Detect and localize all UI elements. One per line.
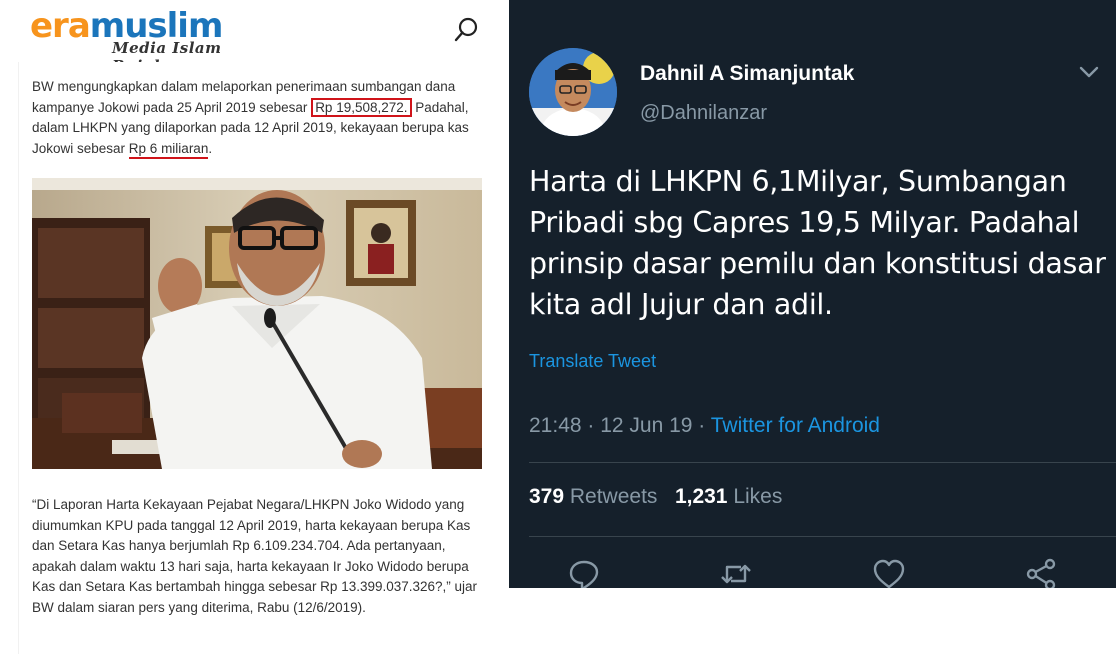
chevron-down-icon: [1079, 66, 1099, 78]
likes-stat[interactable]: 1,231 Likes: [675, 485, 782, 508]
translate-tweet-link[interactable]: Translate Tweet: [529, 351, 656, 372]
article-paragraph-1: BW mengungkapkan dalam melaporkan peneri…: [32, 77, 482, 159]
retweet-button[interactable]: [719, 558, 753, 588]
retweets-label: Retweets: [564, 485, 658, 508]
share-button[interactable]: [1024, 558, 1058, 588]
paragraph-text: .: [208, 140, 213, 156]
tweet-display-name[interactable]: Dahnil A Simanjuntak: [640, 62, 854, 86]
reply-button[interactable]: [567, 558, 601, 588]
tweet-timestamp: 21:48 · 12 Jun 19 · Twitter for Android: [529, 414, 880, 438]
likes-label: Likes: [727, 485, 783, 508]
search-button[interactable]: [452, 16, 480, 44]
site-header: eramuslim Media Islam Rujukan: [0, 0, 496, 75]
tweet-time: 21:48 · 12 Jun 19 ·: [529, 414, 711, 437]
tweet-handle[interactable]: @Dahnilanzar: [640, 102, 767, 125]
tweet-card: Dahnil A Simanjuntak @Dahnilanzar Harta …: [509, 0, 1116, 588]
share-icon: [1026, 558, 1056, 588]
retweets-stat[interactable]: 379 Retweets: [529, 485, 657, 508]
divider: [529, 536, 1116, 537]
retweet-icon: [721, 564, 751, 584]
more-options-button[interactable]: [1078, 64, 1100, 80]
like-icon: [873, 559, 905, 588]
search-icon: [454, 17, 478, 42]
avatar[interactable]: [529, 48, 617, 136]
divider: [529, 462, 1116, 463]
underlined-amount: Rp 6 miliaran: [128, 140, 209, 159]
article-photo: [32, 178, 482, 469]
likes-count: 1,231: [674, 485, 728, 508]
tweet-text: Harta di LHKPN 6,1Milyar, Sumbangan Prib…: [529, 165, 1106, 321]
site-logo[interactable]: eramuslim Media Islam Rujukan: [30, 6, 280, 75]
article-body: BW mengungkapkan dalam melaporkan peneri…: [18, 62, 496, 654]
like-button[interactable]: [872, 558, 906, 588]
highlighted-amount-box: Rp 19,508,272.: [311, 97, 412, 117]
article-paragraph-2: “Di Laporan Harta Kekayaan Pejabat Negar…: [32, 497, 478, 615]
reply-icon: [569, 560, 599, 588]
article-panel: eramuslim Media Islam Rujukan BW mengung…: [0, 0, 496, 654]
tweet-stats: 379 Retweets 1,231 Likes: [529, 485, 782, 509]
tweet-source-link[interactable]: Twitter for Android: [711, 414, 880, 437]
retweets-count: 379: [529, 485, 565, 508]
